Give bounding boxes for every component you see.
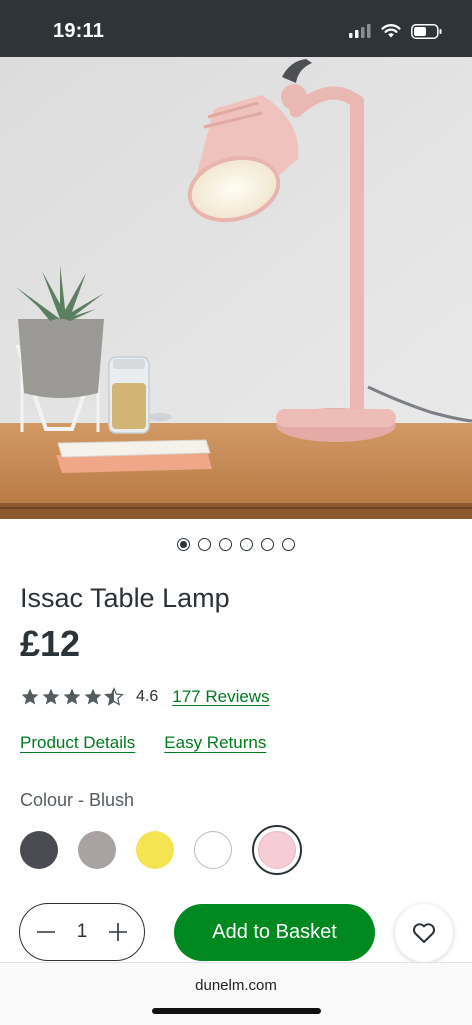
status-icons: [349, 21, 442, 41]
swatch-yellow[interactable]: [136, 831, 174, 869]
half-star-icon: [104, 687, 124, 706]
cellular-signal-icon: [349, 24, 371, 38]
swatch-blush-selected[interactable]: [252, 825, 302, 875]
home-indicator: [152, 1008, 321, 1014]
image-pagination: [0, 538, 472, 551]
wifi-icon: [381, 23, 401, 37]
star-rating: [20, 687, 124, 707]
rating-row: 4.6 177 Reviews: [20, 685, 270, 709]
info-links: Product Details Easy Returns: [20, 733, 266, 753]
star-icon: [21, 688, 39, 705]
reviews-link[interactable]: 177 Reviews: [172, 687, 269, 707]
quantity-stepper: 1: [19, 903, 145, 961]
pagination-dot-5[interactable]: [261, 538, 274, 551]
swatch-grey[interactable]: [78, 831, 116, 869]
battery-icon: [411, 23, 442, 39]
product-price: £12: [20, 623, 81, 664]
pagination-dot-4[interactable]: [240, 538, 253, 551]
browser-url-bar: dunelm.com: [0, 962, 472, 1025]
star-icon: [63, 688, 81, 705]
lamp-photo: [0, 57, 472, 519]
star-icon: [42, 688, 60, 705]
pagination-dot-3[interactable]: [219, 538, 232, 551]
pagination-dot-2[interactable]: [198, 538, 211, 551]
url-text[interactable]: dunelm.com: [0, 977, 472, 994]
pagination-dot-6[interactable]: [282, 538, 295, 551]
quantity-value[interactable]: 1: [77, 921, 88, 943]
heart-icon: [412, 923, 436, 943]
colour-label: Colour - Blush: [20, 790, 135, 810]
star-icon: [84, 688, 102, 705]
product-image[interactable]: [0, 57, 472, 519]
swatch-white[interactable]: [194, 831, 232, 869]
colour-swatches: [20, 825, 302, 875]
rating-value: 4.6: [136, 688, 159, 705]
swatch-blush: [258, 831, 296, 869]
easy-returns-link[interactable]: Easy Returns: [164, 733, 266, 753]
swatch-charcoal[interactable]: [20, 831, 58, 869]
product-title: Issac Table Lamp: [20, 583, 230, 613]
product-details-link[interactable]: Product Details: [20, 733, 135, 753]
minus-icon[interactable]: [36, 922, 56, 942]
plus-icon[interactable]: [108, 922, 128, 942]
add-to-basket-button[interactable]: Add to Basket: [174, 904, 375, 961]
pagination-dot-1[interactable]: [177, 538, 190, 551]
status-bar: 19:11: [0, 0, 472, 57]
status-time: 19:11: [53, 20, 105, 42]
wishlist-button[interactable]: [395, 904, 453, 962]
